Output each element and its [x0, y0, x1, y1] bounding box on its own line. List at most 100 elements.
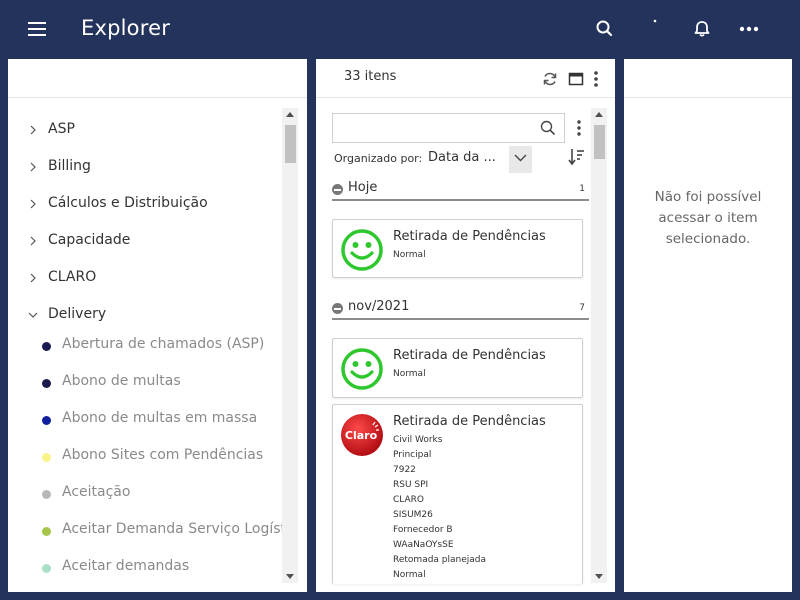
- status-dot-icon: [42, 379, 51, 388]
- tree-child-item[interactable]: Aceitar Demanda Serviço Logística: [8, 516, 283, 546]
- card-detail: Normal: [393, 570, 426, 580]
- tree-item-delivery[interactable]: Delivery: [8, 301, 283, 331]
- card-detail: Retomada planejada: [393, 555, 487, 565]
- tree-item-label: CLARO: [48, 269, 97, 285]
- list-item-card[interactable]: Retirada de Pendências Normal: [332, 338, 583, 398]
- more-icon[interactable]: [738, 18, 760, 40]
- scroll-down-arrow-icon[interactable]: [286, 574, 294, 579]
- card-title: Retirada de Pendências: [393, 414, 546, 429]
- search-input[interactable]: [337, 117, 532, 139]
- chevron-right-icon: [30, 273, 36, 283]
- window-icon[interactable]: [567, 70, 585, 88]
- chevron-right-icon: [30, 199, 36, 209]
- tree-child-item[interactable]: Abono Sites com Pendências: [8, 442, 283, 472]
- chevron-right-icon: [30, 125, 36, 135]
- status-dot-icon: [42, 453, 51, 462]
- item-count: 33 itens: [344, 69, 397, 84]
- tree-item-label: Billing: [48, 158, 91, 174]
- detail-panel-header: [624, 59, 792, 98]
- tree-item-label: ASP: [48, 121, 75, 137]
- tree-child-item[interactable]: Abono de multas em massa: [8, 405, 283, 435]
- tree-child-label: Abono Sites com Pendências: [62, 447, 264, 463]
- logo-text: Claro: [345, 429, 378, 442]
- group-count: 1: [579, 184, 585, 194]
- search-box: [332, 113, 565, 143]
- status-dot-icon: [42, 527, 51, 536]
- chevron-right-icon: [30, 162, 36, 172]
- tree-item-label: Cálculos e Distribuição: [48, 195, 208, 211]
- app-title: Explorer: [81, 16, 171, 40]
- tree-child-label: Abono de multas em massa: [62, 410, 258, 426]
- tree-scrollbar[interactable]: [282, 108, 298, 583]
- top-bar: Explorer: [0, 0, 800, 59]
- tree-item-capacidade[interactable]: Capacidade: [8, 227, 283, 257]
- search-icon[interactable]: [540, 120, 556, 136]
- tree-child-label: Aceitar Demanda Serviço Logística: [62, 521, 283, 537]
- collapse-icon: [332, 184, 343, 195]
- tree-child-item[interactable]: Abertura de chamados (ASP): [8, 331, 283, 361]
- card-detail: Civil Works: [393, 435, 443, 445]
- tree-child-item[interactable]: Aceitar demandas: [8, 553, 283, 583]
- tree-child-label: Aceitar demandas: [62, 558, 190, 574]
- search-icon[interactable]: [594, 18, 616, 40]
- group-label: nov/2021: [348, 299, 410, 314]
- list-panel: 33 itens Organizado por: Data da ... Hoj…: [316, 59, 615, 592]
- bell-icon[interactable]: [691, 18, 713, 40]
- tree-child-item[interactable]: Abono de multas: [8, 368, 283, 398]
- tree-item-billing[interactable]: Billing: [8, 153, 283, 183]
- detail-panel: Não foi possível acessar o item selecion…: [624, 59, 792, 592]
- scroll-down-arrow-icon[interactable]: [595, 574, 603, 579]
- chevron-right-icon: [30, 236, 36, 246]
- scroll-thumb[interactable]: [594, 125, 605, 159]
- status-dot-icon: [42, 416, 51, 425]
- refresh-icon[interactable]: [541, 70, 559, 88]
- smiley-icon: [341, 348, 383, 390]
- tree-panel-header: [8, 59, 307, 98]
- sort-dropdown-button[interactable]: [509, 146, 532, 173]
- chevron-down-icon: [514, 154, 527, 162]
- tree-item-calculos[interactable]: Cálculos e Distribuição: [8, 190, 283, 220]
- smiley-icon: [341, 229, 383, 271]
- card-detail: Principal: [393, 450, 432, 460]
- tree-item-label: Delivery: [48, 306, 107, 322]
- sort-direction-icon[interactable]: [568, 147, 586, 167]
- scroll-up-arrow-icon[interactable]: [595, 112, 603, 117]
- category-tree: ASP Billing Cálculos e Distribuição Capa…: [8, 99, 283, 592]
- scroll-up-arrow-icon[interactable]: [286, 112, 294, 117]
- card-detail: SISUM26: [393, 510, 433, 520]
- sort-label: Organizado por:: [334, 152, 423, 165]
- list-item-card[interactable]: Claro Retirada de Pendências Civil Works…: [332, 404, 583, 584]
- collapse-icon: [332, 303, 343, 314]
- claro-logo: Claro: [341, 414, 383, 456]
- card-detail: 7922: [393, 465, 416, 475]
- tree-item-claro[interactable]: CLARO: [8, 264, 283, 294]
- tree-child-label: Abono de multas: [62, 373, 181, 389]
- list-scrollbar[interactable]: [591, 108, 607, 583]
- menu-icon[interactable]: [28, 20, 48, 38]
- tree-item-label: Capacidade: [48, 232, 131, 248]
- kebab-menu-icon[interactable]: [592, 70, 600, 88]
- tree-child-label: Aceitação: [62, 484, 131, 500]
- group-label: Hoje: [348, 180, 378, 195]
- card-detail: CLARO: [393, 495, 424, 505]
- tree-child-label: Abertura de chamados (ASP): [62, 336, 265, 352]
- notification-dot-icon: [653, 19, 657, 23]
- status-dot-icon: [42, 564, 51, 573]
- scroll-thumb[interactable]: [285, 125, 296, 163]
- group-header-hoje[interactable]: Hoje 1: [332, 179, 589, 201]
- card-title: Retirada de Pendências: [393, 348, 546, 363]
- sort-value[interactable]: Data da ...: [428, 150, 496, 165]
- status-dot-icon: [42, 490, 51, 499]
- tree-child-item[interactable]: Aceitação: [8, 479, 283, 509]
- kebab-menu-icon[interactable]: [576, 119, 582, 137]
- list-panel-header: 33 itens: [316, 59, 615, 98]
- list-item-card[interactable]: Retirada de Pendências Normal: [332, 219, 583, 278]
- tree-item-asp[interactable]: ASP: [8, 116, 283, 146]
- group-count: 7: [579, 303, 585, 313]
- card-detail: WAaNaOYsSE: [393, 540, 454, 550]
- group-header-nov-2021[interactable]: nov/2021 7: [332, 298, 589, 320]
- empty-state-message: Não foi possível acessar o item selecion…: [654, 189, 762, 247]
- card-detail: Normal: [393, 369, 426, 379]
- chevron-down-icon: [28, 312, 38, 318]
- tree-panel: ASP Billing Cálculos e Distribuição Capa…: [8, 59, 307, 592]
